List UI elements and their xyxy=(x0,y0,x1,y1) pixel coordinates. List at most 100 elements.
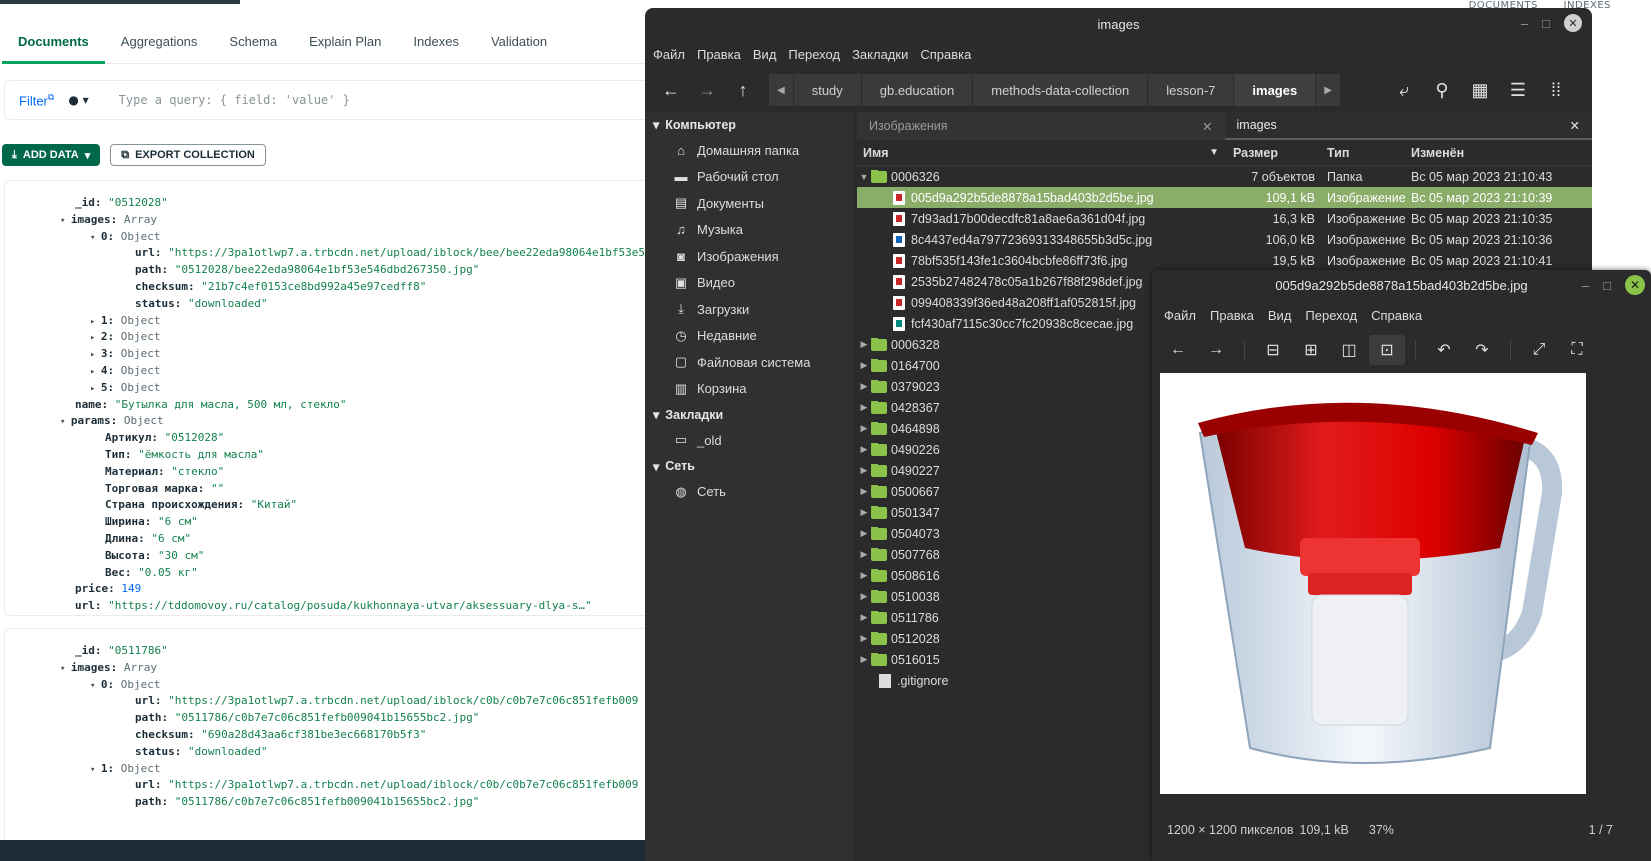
normal-size-icon[interactable]: ◫ xyxy=(1331,335,1367,365)
toggle-location-icon[interactable]: ⤶ xyxy=(1386,72,1422,108)
sidebar-item[interactable]: ◍ Сеть xyxy=(645,479,853,506)
folder-row[interactable]: ▼ 0006326 7 объектов Папка Вс 05 мар 2023 21… xyxy=(857,166,1592,187)
list-view-icon[interactable]: ☰ xyxy=(1500,72,1536,108)
crumb-left-arrow-icon[interactable]: ◀ xyxy=(769,74,794,106)
zoom-in-icon[interactable]: ⊞ xyxy=(1293,335,1329,365)
menu-item[interactable]: Файл xyxy=(653,47,685,62)
section-collapse-icon[interactable]: ▾ xyxy=(653,459,659,474)
maximize-icon[interactable]: □ xyxy=(1542,16,1550,31)
menu-item[interactable]: Файл xyxy=(1164,308,1196,323)
close-icon[interactable]: ✕ xyxy=(1564,14,1582,32)
document-card[interactable]: _id: "0511786" ▾ images: Array ▾ 0: Object… xyxy=(4,628,684,861)
breadcrumb-item[interactable]: gb.education xyxy=(861,74,974,106)
expander-icon[interactable]: ▶ xyxy=(857,633,871,644)
sidebar-section-header[interactable]: ▾ Компьютер xyxy=(645,112,853,137)
next-icon[interactable]: → xyxy=(1198,335,1234,365)
expander-icon[interactable]: ▶ xyxy=(857,486,871,497)
expander-icon[interactable]: ▶ xyxy=(857,360,871,371)
sidebar-item[interactable]: ▥ Корзина xyxy=(645,376,853,403)
best-fit-icon[interactable]: ⊡ xyxy=(1369,335,1405,365)
tab-schema[interactable]: Schema xyxy=(213,30,293,64)
sidebar-item[interactable]: ⌂ Домашняя папка xyxy=(645,137,853,164)
sidebar-section-header[interactable]: ▾ Закладки xyxy=(645,402,853,427)
menu-item[interactable]: Справка xyxy=(920,47,971,62)
expander-icon[interactable]: ▶ xyxy=(857,549,871,560)
filter-label[interactable]: Filter⧉ xyxy=(19,92,54,108)
tab-validation[interactable]: Validation xyxy=(475,30,563,64)
file-row[interactable]: 005d9a292b5de8878a15bad403b2d5be.jpg 109,… xyxy=(857,187,1592,208)
export-collection-button[interactable]: ⧉ EXPORT COLLECTION xyxy=(110,144,266,166)
expander-icon[interactable]: ▶ xyxy=(857,423,871,434)
menu-item[interactable]: Правка xyxy=(1210,308,1254,323)
grid-view-icon[interactable]: ▦ xyxy=(1462,72,1498,108)
breadcrumb-item[interactable]: lesson-7 xyxy=(1148,74,1235,106)
sidebar-item[interactable]: ▤ Документы xyxy=(645,190,853,217)
minimize-icon[interactable]: – xyxy=(1521,16,1528,31)
expander-icon[interactable]: ▶ xyxy=(857,654,871,665)
breadcrumb-item[interactable]: study xyxy=(793,74,862,106)
rotate-left-icon[interactable]: ↶ xyxy=(1426,335,1462,365)
breadcrumb-item[interactable]: methods-data-collection xyxy=(973,74,1149,106)
sidebar-item[interactable]: ▣ Видео xyxy=(645,270,853,297)
column-size[interactable]: Размер xyxy=(1227,146,1315,160)
section-collapse-icon[interactable]: ▾ xyxy=(653,407,659,422)
file-row[interactable]: 78bf535f143fe1c3604bcbfe86ff73f6.jpg 19,5… xyxy=(857,250,1592,271)
viewer-titlebar[interactable]: 005d9a292b5de8878a15bad403b2d5be.jpg – □… xyxy=(1152,270,1651,300)
expand-toggle-icon[interactable]: ▾ xyxy=(90,765,101,775)
breadcrumb-item[interactable]: images xyxy=(1234,74,1317,106)
expand-toggle-icon[interactable]: ▸ xyxy=(90,350,101,360)
expand-toggle-icon[interactable]: ▸ xyxy=(90,384,101,394)
column-type[interactable]: Тип xyxy=(1315,146,1411,160)
file-row[interactable]: 7d93ad17b00decdfc81a8ae6a361d04f.jpg 16,3… xyxy=(857,208,1592,229)
expander-icon[interactable]: ▼ xyxy=(857,172,871,182)
expander-icon[interactable]: ▶ xyxy=(857,444,871,455)
expand-toggle-icon[interactable]: ▾ xyxy=(60,216,71,226)
forward-icon[interactable]: → xyxy=(689,72,725,108)
expand-toggle-icon[interactable]: ▸ xyxy=(90,317,101,327)
file-row[interactable]: 8c4437ed4a79772369313348655b3d5c.jpg 106,… xyxy=(857,229,1592,250)
expand-toggle-icon[interactable]: ▾ xyxy=(90,681,101,691)
section-collapse-icon[interactable]: ▾ xyxy=(653,117,659,132)
expander-icon[interactable]: ▶ xyxy=(857,402,871,413)
crumb-right-arrow-icon[interactable]: ▶ xyxy=(1316,74,1341,106)
expander-icon[interactable]: ▶ xyxy=(857,381,871,392)
expand-toggle-icon[interactable]: ▸ xyxy=(90,333,101,343)
menu-item[interactable]: Переход xyxy=(788,47,840,62)
expander-icon[interactable]: ▶ xyxy=(857,339,871,350)
sidebar-section-header[interactable]: ▾ Сеть xyxy=(645,454,853,479)
sidebar-item[interactable]: ◙ Изображения xyxy=(645,243,853,270)
compact-view-icon[interactable]: ⁞⁞ xyxy=(1538,72,1574,108)
sidebar-item[interactable]: ▬ Рабочий стол xyxy=(645,164,853,191)
menu-item[interactable]: Правка xyxy=(697,47,741,62)
expand-toggle-icon[interactable]: ▾ xyxy=(60,664,71,674)
expand-toggle-icon[interactable]: ▸ xyxy=(90,367,101,377)
tab-images[interactable]: images ✕ xyxy=(1224,112,1592,140)
column-name[interactable]: Имя ▼ xyxy=(857,146,1227,160)
rotate-right-icon[interactable]: ↷ xyxy=(1464,335,1500,365)
query-input[interactable]: Type a query: { field: 'value' } xyxy=(119,93,350,107)
menu-item[interactable]: Справка xyxy=(1371,308,1422,323)
menu-item[interactable]: Переход xyxy=(1305,308,1357,323)
expand-toggle-icon[interactable]: ▾ xyxy=(60,417,71,427)
sidebar-item[interactable]: ◷ Недавние xyxy=(645,323,853,350)
expander-icon[interactable]: ▶ xyxy=(857,528,871,539)
slideshow-icon[interactable]: ⛶ xyxy=(1559,335,1595,365)
tab-indexes[interactable]: Indexes xyxy=(397,30,475,64)
fullscreen-icon[interactable]: ⤢ xyxy=(1521,335,1557,365)
query-options-icon[interactable]: ● ▾ xyxy=(68,93,88,107)
menu-item[interactable]: Вид xyxy=(753,47,777,62)
maximize-icon[interactable]: □ xyxy=(1603,278,1611,293)
tab-documents[interactable]: Documents xyxy=(2,30,105,64)
close-tab-icon[interactable]: ✕ xyxy=(1202,119,1212,134)
search-icon[interactable]: ⚲ xyxy=(1424,72,1460,108)
expander-icon[interactable]: ▶ xyxy=(857,570,871,581)
expand-toggle-icon[interactable]: ▾ xyxy=(90,233,101,243)
close-tab-icon[interactable]: ✕ xyxy=(1570,118,1580,133)
menu-item[interactable]: Закладки xyxy=(852,47,908,62)
zoom-out-icon[interactable]: ⊟ xyxy=(1255,335,1291,365)
expander-icon[interactable]: ▶ xyxy=(857,465,871,476)
sidebar-item[interactable]: ⤓ Загрузки xyxy=(645,296,853,323)
tab-explain-plan[interactable]: Explain Plan xyxy=(293,30,397,64)
column-modified[interactable]: Изменён xyxy=(1411,146,1571,160)
back-icon[interactable]: ← xyxy=(653,72,689,108)
